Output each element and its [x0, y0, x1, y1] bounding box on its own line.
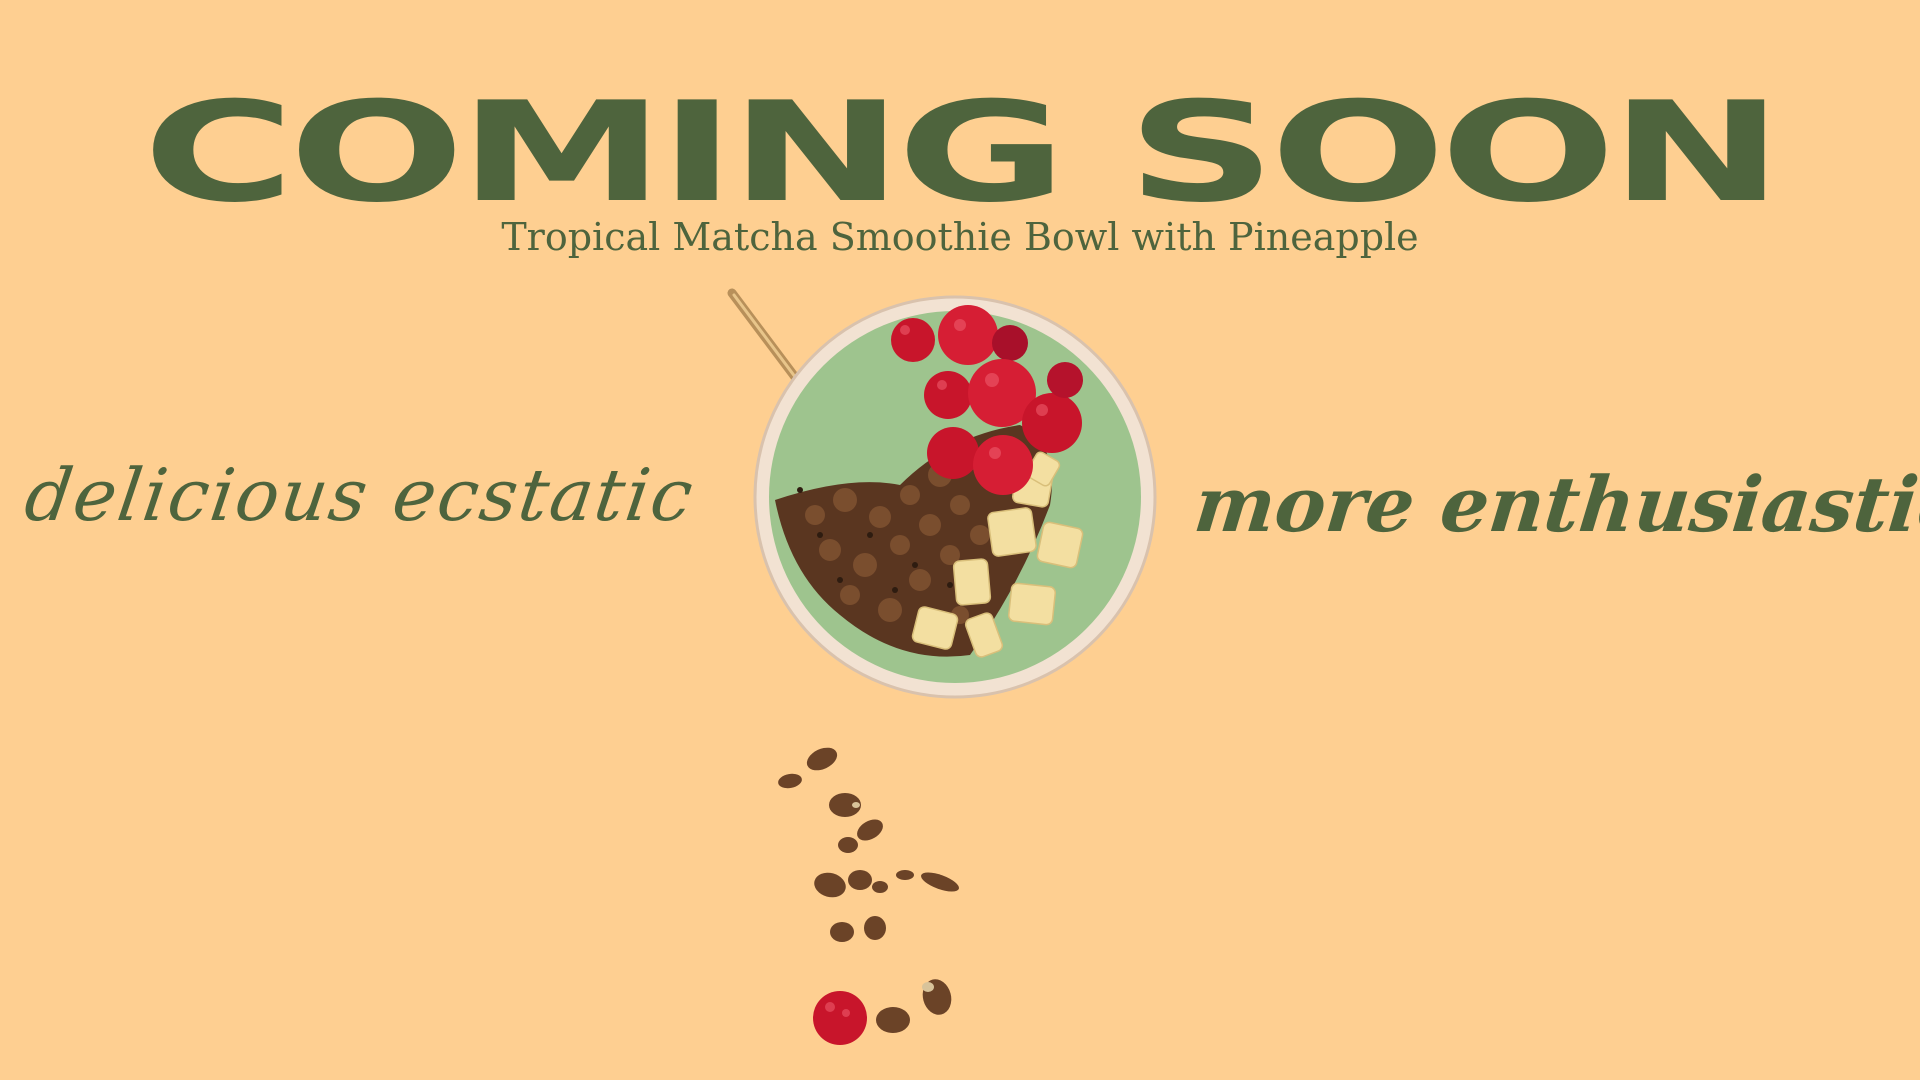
granola-crumbs-icon — [778, 747, 959, 1045]
smoothie-bowl-icon — [727, 288, 1157, 699]
coming-soon-page: COMING SOON Tropical Matcha Smoothie Bow… — [0, 0, 1920, 1080]
tagline-right: more enthusiastic — [1190, 460, 1920, 549]
scattered-granola — [778, 747, 959, 1033]
loose-raspberry — [813, 991, 867, 1045]
tagline-left: delicious ecstatic — [20, 453, 700, 537]
page-subtitle: Tropical Matcha Smoothie Bowl with Pinea… — [501, 215, 1419, 259]
page-title: COMING SOON — [142, 72, 1783, 233]
